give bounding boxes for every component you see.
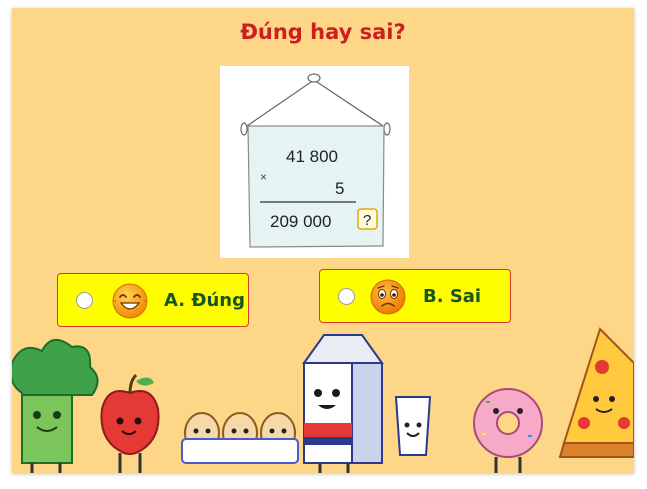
game-stage: Đúng hay sai? 41 800 × 5 209 000 ? A. Đú…	[12, 8, 634, 473]
donut-character	[473, 388, 543, 473]
option-b-radio[interactable]	[338, 288, 355, 305]
milk-glass-character	[394, 396, 432, 456]
hanging-board-illustration: 41 800 × 5 209 000 ?	[240, 73, 391, 248]
apple-character	[100, 373, 160, 473]
multiplicand-text: 41 800	[286, 147, 338, 166]
laughing-face-icon	[112, 283, 148, 319]
pizza-character	[558, 327, 634, 458]
question-title: Đúng hay sai?	[240, 20, 406, 44]
problem-figure: 41 800 × 5 209 000 ?	[220, 66, 409, 258]
check-mark: ?	[363, 212, 371, 229]
eggs-character	[181, 412, 299, 464]
broccoli-character	[12, 339, 99, 473]
multiplier-text: 5	[335, 179, 344, 198]
option-a-radio[interactable]	[76, 292, 93, 309]
multiply-operator: ×	[260, 170, 267, 184]
worried-face-icon	[370, 279, 406, 315]
milk-carton-character	[302, 334, 384, 473]
option-a-button[interactable]: A. Đúng	[57, 273, 249, 327]
result-text: 209 000	[270, 212, 331, 231]
food-characters-decoration	[12, 327, 634, 473]
option-b-button[interactable]: B. Sai	[319, 269, 511, 323]
option-a-label: A. Đúng	[164, 290, 245, 311]
option-b-label: B. Sai	[423, 286, 482, 307]
